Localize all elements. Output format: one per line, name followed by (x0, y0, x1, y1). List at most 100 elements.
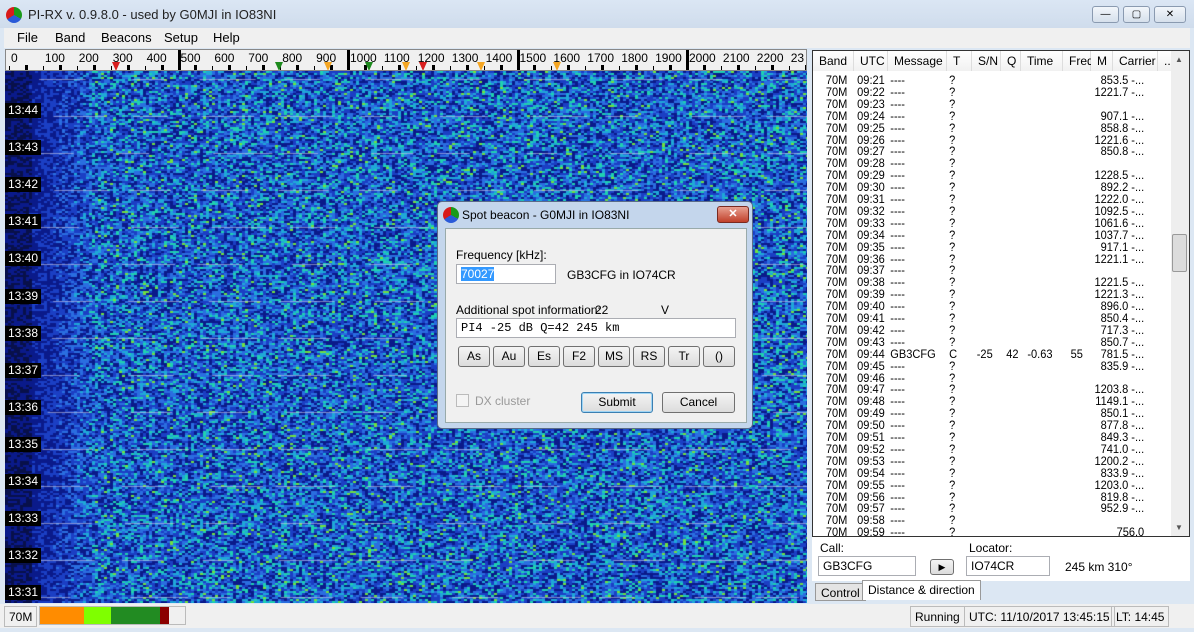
mode-button-parenparen[interactable]: () (703, 346, 735, 367)
table-cell: 835.9 -... (1052, 360, 1144, 372)
close-button[interactable]: ✕ (1154, 6, 1186, 23)
table-cell: 1221.7 -... (1052, 86, 1144, 98)
table-row[interactable]: 70M 09:59 ----? 756.0 (813, 526, 1144, 536)
mode-button-As[interactable]: As (458, 346, 490, 367)
beacon-marker[interactable] (402, 62, 410, 71)
mode-button-Tr[interactable]: Tr (668, 346, 700, 367)
scale-label: 1500 (520, 51, 547, 65)
beacon-marker[interactable] (275, 62, 283, 71)
scale-tick (178, 50, 181, 71)
frequency-scale[interactable]: 0 100 200 300 400 500 600 700 800 900 1000 1100 1200… (5, 49, 807, 71)
frequency-input[interactable]: 70027 (456, 264, 556, 284)
column-header[interactable]: Band (813, 51, 854, 71)
column-header[interactable]: S/N (972, 51, 1001, 71)
utc-clock: UTC: 11/10/2017 13:45:15 (964, 606, 1115, 627)
scale-tick (517, 50, 520, 71)
time-label: 13:32 (5, 548, 41, 563)
menu-band[interactable]: Band (55, 30, 85, 45)
time-label: 13:39 (5, 289, 41, 304)
dialog-logo-icon (443, 207, 459, 223)
beacon-marker[interactable] (112, 62, 120, 71)
additional-info-flag: V (661, 303, 669, 317)
column-header[interactable]: M (1091, 51, 1113, 71)
time-label: 13:38 (5, 326, 41, 341)
locator-input[interactable]: IO74CR (966, 556, 1050, 576)
menu-beacons[interactable]: Beacons (101, 30, 152, 45)
beacon-marker[interactable] (419, 62, 427, 71)
beacon-marker[interactable] (365, 62, 373, 71)
column-header[interactable]: Carrier (1113, 51, 1158, 71)
spot-table[interactable]: Band UTC Message T S/N Q Time Freq M Carrier... 7… (812, 50, 1190, 537)
scale-label: 800 (282, 51, 302, 65)
time-label: 13:41 (5, 214, 41, 229)
maximize-button[interactable]: ▢ (1123, 6, 1150, 23)
mode-button-Es[interactable]: Es (528, 346, 560, 367)
mode-button-F2[interactable]: F2 (563, 346, 595, 367)
table-cell: 952.9 -... (1052, 502, 1144, 514)
scale-label: 1800 (621, 51, 648, 65)
time-label: 13:35 (5, 437, 41, 452)
table-cell: 42 (1006, 348, 1018, 360)
scroll-down-icon[interactable]: ▼ (1175, 523, 1183, 532)
scale-label: 600 (214, 51, 234, 65)
scrollbar-thumb[interactable] (1172, 234, 1187, 272)
level-segment (84, 607, 112, 624)
scale-tick (686, 50, 689, 71)
column-header[interactable]: Time (1021, 51, 1063, 71)
time-label: 13:31 (5, 585, 41, 600)
mode-button-Au[interactable]: Au (493, 346, 525, 367)
tab-distance-direction[interactable]: Distance & direction (862, 580, 981, 600)
dialog-title: Spot beacon - G0MJI in IO83NI (462, 208, 629, 222)
beacon-marker[interactable] (477, 62, 485, 71)
dx-cluster-checkbox[interactable] (456, 394, 469, 407)
time-label: 13:43 (5, 140, 41, 155)
scale-label: 500 (181, 51, 201, 65)
spot-beacon-dialog: Spot beacon - G0MJI in IO83NI ✕ Frequenc… (437, 201, 753, 429)
scale-label: 2200 (757, 51, 784, 65)
play-button[interactable]: ▶ (930, 559, 954, 575)
frequency-label: Frequency [kHz]: (456, 248, 547, 262)
column-header[interactable]: Message (888, 51, 947, 71)
cancel-button[interactable]: Cancel (662, 392, 735, 413)
level-segment (111, 607, 160, 624)
time-label: 13:34 (5, 474, 41, 489)
dialog-body: Frequency [kHz]: 70027 GB3CFG in IO74CR … (445, 228, 747, 423)
menu-bar: File Band Beacons Setup Help (4, 28, 1190, 48)
time-label: 13:44 (5, 103, 41, 118)
minimize-button[interactable]: — (1092, 6, 1119, 23)
level-segment (40, 607, 84, 624)
mode-button-MS[interactable]: MS (598, 346, 630, 367)
column-header[interactable]: Freq (1063, 51, 1091, 71)
scroll-up-icon[interactable]: ▲ (1175, 55, 1183, 64)
table-cell: 1221.1 -... (1052, 253, 1144, 265)
table-scrollbar[interactable]: ▲ ▼ (1171, 51, 1189, 536)
scale-label: 100 (45, 51, 65, 65)
app-logo-icon (6, 7, 22, 23)
band-indicator: 70M (4, 606, 37, 627)
window-title: PI-RX v. 0.9.8.0 - used by G0MJI in IO83… (28, 7, 276, 22)
scale-label: 1000 (350, 51, 377, 65)
scale-label: 1400 (486, 51, 513, 65)
dialog-close-button[interactable]: ✕ (717, 206, 749, 223)
submit-button[interactable]: Submit (581, 392, 653, 413)
mode-button-RS[interactable]: RS (633, 346, 665, 367)
scale-label: 2000 (689, 51, 716, 65)
scale-label: 400 (147, 51, 167, 65)
column-header[interactable]: T (947, 51, 972, 71)
beacon-marker[interactable] (324, 62, 332, 71)
beacon-marker[interactable] (553, 62, 561, 71)
additional-info-input[interactable]: PI4 -25 dB Q=42 245 km (456, 318, 736, 338)
menu-help[interactable]: Help (213, 30, 240, 45)
time-label: 13:37 (5, 363, 41, 378)
running-status: Running (910, 606, 965, 627)
tab-control[interactable]: Control (815, 583, 866, 601)
call-input[interactable]: GB3CFG (818, 556, 916, 576)
level-segment (160, 607, 169, 624)
additional-info-label: Additional spot information: (456, 303, 601, 317)
column-header[interactable]: Q (1001, 51, 1021, 71)
time-label: 13:40 (5, 251, 41, 266)
menu-file[interactable]: File (17, 30, 38, 45)
menu-setup[interactable]: Setup (164, 30, 198, 45)
column-header[interactable]: UTC (854, 51, 888, 71)
scale-label: 0 (11, 51, 18, 65)
